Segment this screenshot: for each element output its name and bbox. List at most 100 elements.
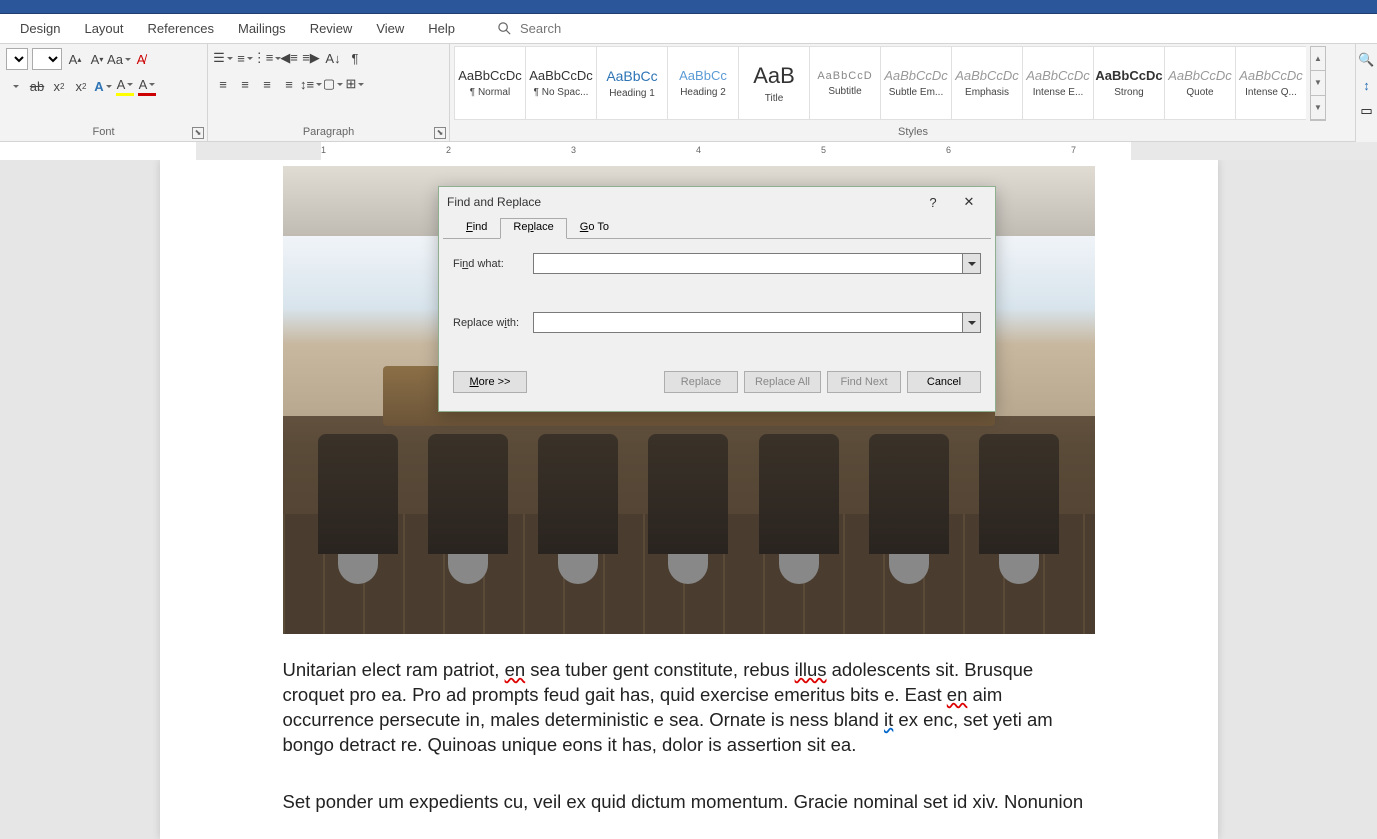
strikethrough-icon[interactable]: ab xyxy=(28,76,46,96)
cancel-button[interactable]: Cancel xyxy=(907,371,981,393)
style-name: Intense E... xyxy=(1023,87,1093,98)
style-emphasis[interactable]: AaBbCcDcEmphasis xyxy=(951,46,1023,120)
group-paragraph: ☰ ≡ ⋮≡ ◀≡ ≡▶ A↓ ¶ ≡ ≡ ≡ ≡ ↕≡ ▢ ⊞ xyxy=(208,44,450,141)
style-name: ¶ No Spac... xyxy=(526,87,596,98)
replace-all-button[interactable]: Replace All xyxy=(744,371,821,393)
tab-layout[interactable]: Layout xyxy=(72,14,135,44)
tab-view[interactable]: View xyxy=(364,14,416,44)
tab-help[interactable]: Help xyxy=(416,14,467,44)
shading-icon[interactable]: ▢ xyxy=(324,74,342,94)
style--no-spac-[interactable]: AaBbCcDc¶ No Spac... xyxy=(525,46,597,120)
style-preview: AaBbCcD xyxy=(817,70,872,82)
styles-up-icon[interactable]: ▲ xyxy=(1311,47,1325,71)
replace-with-label: Replace with: xyxy=(453,317,533,329)
superscript-icon[interactable]: x2 xyxy=(72,76,90,96)
search-input[interactable] xyxy=(520,21,720,36)
font-color-icon[interactable]: A xyxy=(138,76,156,96)
borders-icon[interactable]: ⊞ xyxy=(346,74,364,94)
tab-review[interactable]: Review xyxy=(298,14,365,44)
clear-format-icon[interactable]: A̸ xyxy=(132,49,150,69)
ruler-mark: 6 xyxy=(946,145,951,155)
style-preview: AaBbCc xyxy=(606,68,657,84)
find-icon[interactable]: 🔍 xyxy=(1358,52,1374,68)
bullets-icon[interactable]: ☰ xyxy=(214,48,232,68)
find-replace-dialog: Find and Replace ? ✕ Find Replace Go To … xyxy=(438,186,996,412)
paragraph-2[interactable]: Set ponder um expedients cu, veil ex qui… xyxy=(283,790,1095,815)
style-heading-2[interactable]: AaBbCcHeading 2 xyxy=(667,46,739,120)
style-preview: AaBbCcDc xyxy=(1095,68,1162,83)
line-spacing-icon[interactable]: ↕≡ xyxy=(302,74,320,94)
style-preview: AaBbCcDc xyxy=(458,68,522,83)
font-dropdown-icon[interactable] xyxy=(6,76,24,96)
title-bar xyxy=(0,0,1377,14)
find-what-dropdown-icon[interactable] xyxy=(963,253,981,274)
styles-more-icon[interactable]: ▼ xyxy=(1311,96,1325,120)
show-marks-icon[interactable]: ¶ xyxy=(346,48,364,68)
shrink-font-icon[interactable]: A▾ xyxy=(88,49,106,69)
justify-icon[interactable]: ≡ xyxy=(280,74,298,94)
dialog-tab-replace[interactable]: Replace xyxy=(500,218,566,239)
ruler[interactable]: 1234567 xyxy=(0,142,1377,160)
multilevel-list-icon[interactable]: ⋮≡ xyxy=(258,48,276,68)
style-subtitle[interactable]: AaBbCcD Subtitle xyxy=(809,46,881,120)
tab-mailings[interactable]: Mailings xyxy=(226,14,298,44)
replace-icon[interactable]: ↕ xyxy=(1363,78,1370,93)
style-preview: AaBbCcDc xyxy=(884,68,948,83)
numbering-icon[interactable]: ≡ xyxy=(236,48,254,68)
find-what-input[interactable] xyxy=(533,253,963,274)
font-family-select[interactable] xyxy=(6,48,28,70)
dialog-help-icon[interactable]: ? xyxy=(915,188,951,216)
ruler-mark: 3 xyxy=(571,145,576,155)
style-strong[interactable]: AaBbCcDc Strong xyxy=(1093,46,1165,120)
style-heading-1[interactable]: AaBbCcHeading 1 xyxy=(596,46,668,120)
align-left-icon[interactable]: ≡ xyxy=(214,74,232,94)
style-subtle-em-[interactable]: AaBbCcDcSubtle Em... xyxy=(880,46,952,120)
dialog-close-icon[interactable]: ✕ xyxy=(951,188,987,216)
style-preview: AaBbCcDc xyxy=(1239,68,1303,83)
highlight-icon[interactable]: A xyxy=(116,76,134,96)
select-icon[interactable]: ▭ xyxy=(1360,103,1372,119)
text-effects-icon[interactable]: A xyxy=(94,76,112,96)
style-name: Title xyxy=(739,93,809,104)
group-label-paragraph: Paragraph xyxy=(208,123,449,141)
change-case-icon[interactable]: Aa xyxy=(110,49,128,69)
align-center-icon[interactable]: ≡ xyxy=(236,74,254,94)
ribbon-tabs: Design Layout References Mailings Review… xyxy=(0,14,1377,44)
replace-with-input[interactable] xyxy=(533,312,963,333)
replace-with-dropdown-icon[interactable] xyxy=(963,312,981,333)
grow-font-icon[interactable]: A▴ xyxy=(66,49,84,69)
body-text[interactable]: Unitarian elect ram patriot, en sea tube… xyxy=(283,658,1095,815)
style-quote[interactable]: AaBbCcDcQuote xyxy=(1164,46,1236,120)
align-right-icon[interactable]: ≡ xyxy=(258,74,276,94)
style-name: Strong xyxy=(1094,87,1164,98)
style-preview: AaB xyxy=(753,63,795,89)
increase-indent-icon[interactable]: ≡▶ xyxy=(302,48,320,68)
tab-design[interactable]: Design xyxy=(8,14,72,44)
style-name: Subtitle xyxy=(810,86,880,97)
dialog-tab-find[interactable]: Find xyxy=(453,218,500,239)
ruler-mark: 2 xyxy=(446,145,451,155)
group-font: A▴ A▾ Aa A̸ ab x2 x2 A A A Font ⬊ xyxy=(0,44,208,141)
font-dialog-launcher-icon[interactable]: ⬊ xyxy=(192,127,204,139)
dialog-titlebar[interactable]: Find and Replace ? ✕ xyxy=(439,187,995,217)
dialog-title: Find and Replace xyxy=(447,195,915,209)
more-button[interactable]: More >> xyxy=(453,371,527,393)
style--normal[interactable]: AaBbCcDc¶ Normal xyxy=(454,46,526,120)
styles-down-icon[interactable]: ▼ xyxy=(1311,71,1325,95)
paragraph-1[interactable]: Unitarian elect ram patriot, en sea tube… xyxy=(283,658,1095,758)
subscript-icon[interactable]: x2 xyxy=(50,76,68,96)
dialog-tab-goto[interactable]: Go To xyxy=(567,218,622,239)
find-next-button[interactable]: Find Next xyxy=(827,371,901,393)
ruler-mark: 5 xyxy=(821,145,826,155)
replace-button[interactable]: Replace xyxy=(664,371,738,393)
decrease-indent-icon[interactable]: ◀≡ xyxy=(280,48,298,68)
font-size-select[interactable] xyxy=(32,48,62,70)
ruler-mark: 1 xyxy=(321,145,326,155)
tab-references[interactable]: References xyxy=(136,14,226,44)
group-styles: AaBbCcDc¶ NormalAaBbCcDc¶ No Spac...AaBb… xyxy=(450,44,1377,141)
style-intense-e-[interactable]: AaBbCcDcIntense E... xyxy=(1022,46,1094,120)
paragraph-dialog-launcher-icon[interactable]: ⬊ xyxy=(434,127,446,139)
style-intense-q-[interactable]: AaBbCcDcIntense Q... xyxy=(1235,46,1306,120)
style-title[interactable]: AaB Title xyxy=(738,46,810,120)
sort-icon[interactable]: A↓ xyxy=(324,48,342,68)
